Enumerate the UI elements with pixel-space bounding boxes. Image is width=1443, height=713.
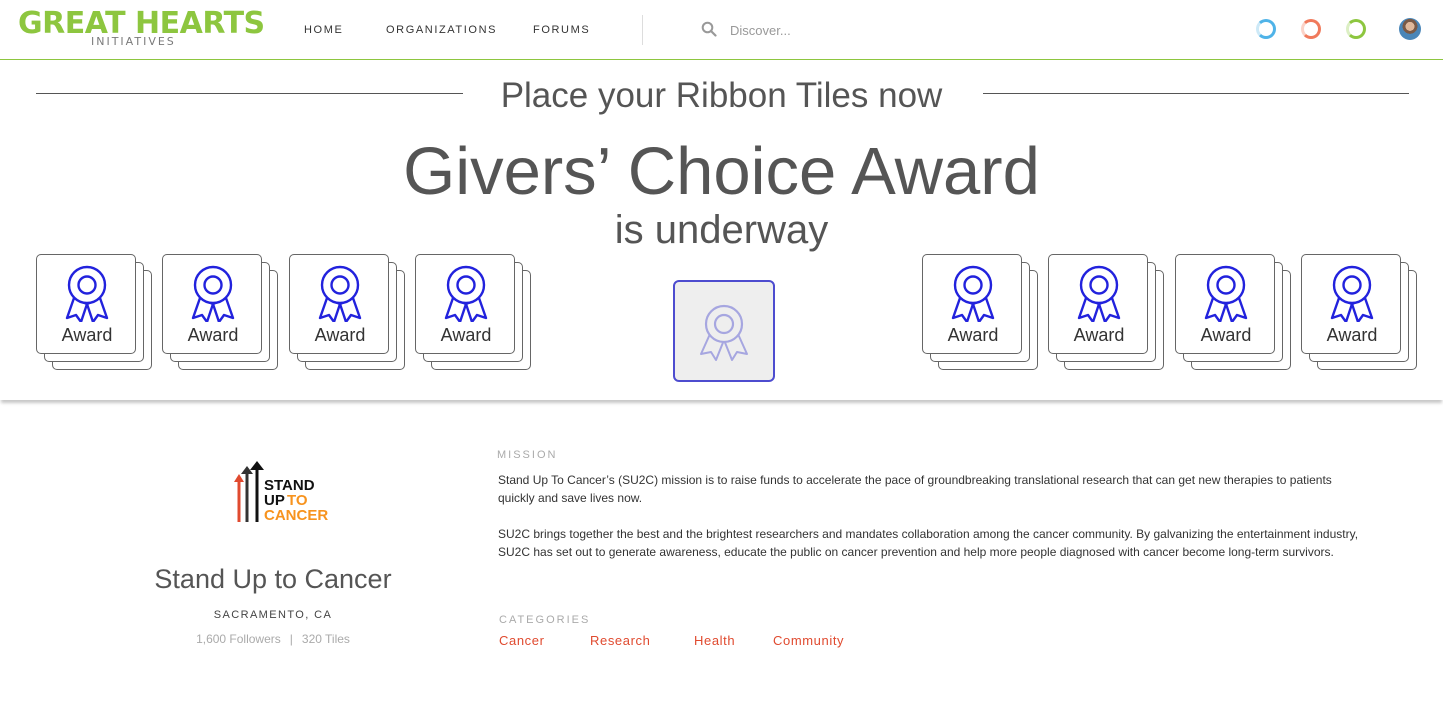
ribbon-drop-target[interactable]	[673, 280, 775, 382]
award-tile-label: Award	[440, 325, 492, 345]
followers-count[interactable]: 1,600 Followers	[196, 632, 281, 646]
ribbon-award-icon	[700, 304, 748, 361]
ribbon-award-icon	[318, 265, 362, 322]
award-tile-face: Award	[1301, 254, 1401, 354]
award-tile-face: Award	[36, 254, 136, 354]
award-title: Givers’ Choice Award	[403, 134, 1040, 209]
award-tile-label: Award	[947, 325, 999, 345]
award-ribbon-tile-right-4[interactable]: Award	[1301, 254, 1419, 372]
award-tile-label: Award	[314, 325, 366, 345]
nav-organizations[interactable]: ORGANIZATIONS	[386, 24, 497, 36]
nav-forums[interactable]: FORUMS	[533, 24, 590, 36]
organization-name: Stand Up to Cancer	[154, 564, 392, 594]
status-ring-blue-icon[interactable]	[1256, 19, 1276, 39]
award-tile-label: Award	[1326, 325, 1378, 345]
award-tile-face: Award	[1175, 254, 1275, 354]
award-ribbon-tile-left-2[interactable]: Award	[162, 254, 280, 372]
search-input[interactable]	[730, 18, 930, 42]
tiles-count[interactable]: 320 Tiles	[302, 632, 350, 646]
banner-headline: Place your Ribbon Tiles now	[500, 76, 943, 115]
category-health[interactable]: Health	[694, 633, 735, 648]
search-icon[interactable]	[701, 21, 717, 37]
mission-paragraph-2: SU2C brings together the best and the br…	[498, 527, 1359, 559]
award-tile-label: Award	[61, 325, 113, 345]
award-tile-face: Award	[1048, 254, 1148, 354]
award-banner: Place your Ribbon Tiles now Givers’ Choi…	[0, 60, 1443, 400]
ribbon-award-icon	[1204, 265, 1248, 322]
organization-location: SACRAMENTO, CA	[213, 609, 333, 621]
award-tile-face: Award	[162, 254, 262, 354]
ribbon-award-icon	[1330, 265, 1374, 322]
award-ribbon-tile-right-1[interactable]: Award	[922, 254, 1040, 372]
mission-paragraph-1: Stand Up To Cancer’s (SU2C) mission is t…	[498, 473, 1332, 505]
award-ribbon-tile-left-3[interactable]: Award	[289, 254, 407, 372]
logo-text-cancer: CANCER	[264, 507, 328, 524]
award-tile-face: Award	[289, 254, 389, 354]
award-tile-face: Award	[922, 254, 1022, 354]
logo-sub-text: INITIATIVES	[91, 35, 176, 48]
status-ring-orange-icon[interactable]	[1301, 19, 1321, 39]
award-tile-label: Award	[187, 325, 239, 345]
categories-heading: CATEGORIES	[499, 614, 591, 626]
award-ribbon-tile-right-2[interactable]: Award	[1048, 254, 1166, 372]
great-hearts-logo[interactable]: GREAT HEARTS INITIATIVES	[18, 8, 280, 50]
category-community[interactable]: Community	[773, 633, 844, 648]
ribbon-award-icon	[65, 265, 109, 322]
ribbon-award-icon	[444, 265, 488, 322]
mission-heading: MISSION	[497, 449, 558, 461]
award-ribbon-tile-right-3[interactable]: Award	[1175, 254, 1293, 372]
award-ribbon-tile-left-1[interactable]: Award	[36, 254, 154, 372]
stand-up-to-cancer-logo: STAND UP TO CANCER	[234, 461, 328, 524]
ribbon-award-icon	[951, 265, 995, 322]
ribbon-award-icon	[1077, 265, 1121, 322]
award-ribbon-tile-left-4[interactable]: Award	[415, 254, 533, 372]
category-cancer[interactable]: Cancer	[499, 633, 545, 648]
award-subtitle: is underway	[614, 208, 829, 252]
nav-home[interactable]: HOME	[304, 24, 343, 36]
nav-divider	[642, 15, 643, 45]
status-ring-green-icon[interactable]	[1346, 19, 1366, 39]
organization-stats: 1,600 Followers | 320 Tiles	[78, 632, 468, 646]
ribbon-award-icon	[191, 265, 235, 322]
award-tile-label: Award	[1073, 325, 1125, 345]
top-navigation-bar: GREAT HEARTS INITIATIVES HOME ORGANIZATI…	[0, 0, 1443, 60]
category-research[interactable]: Research	[590, 633, 650, 648]
user-avatar[interactable]	[1399, 18, 1421, 40]
award-tile-label: Award	[1200, 325, 1252, 345]
stats-separator: |	[289, 632, 293, 646]
award-tile-face: Award	[415, 254, 515, 354]
